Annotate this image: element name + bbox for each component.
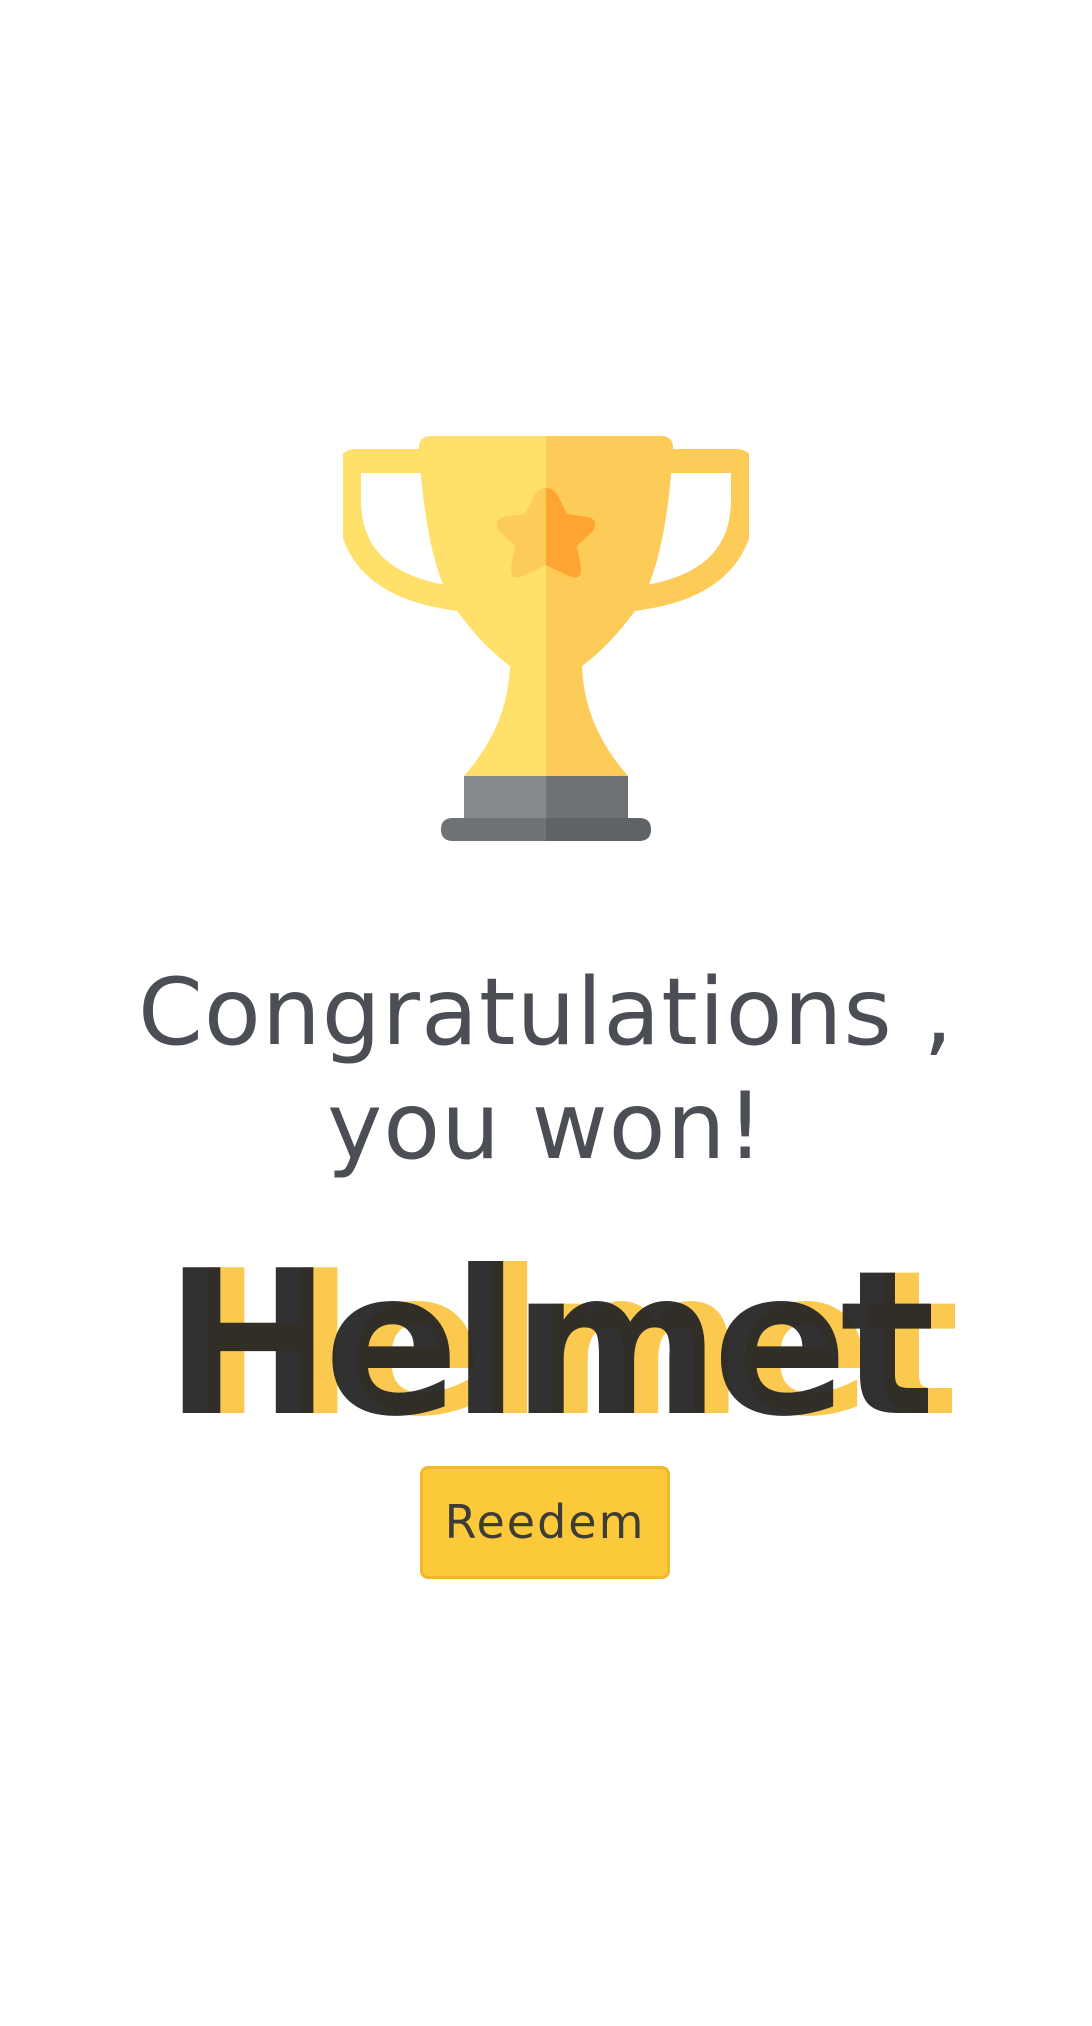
congratulations-title: Congratulations , you won!: [138, 958, 954, 1180]
redeem-button[interactable]: Reedem: [420, 1466, 670, 1579]
prize-name: Helmet Helmet: [0, 1245, 1092, 1445]
prize-name-text: Helmet: [164, 1228, 935, 1461]
reward-screen: Congratulations , you won! Helmet Helmet…: [0, 0, 1092, 2026]
trophy-icon: [343, 436, 749, 841]
